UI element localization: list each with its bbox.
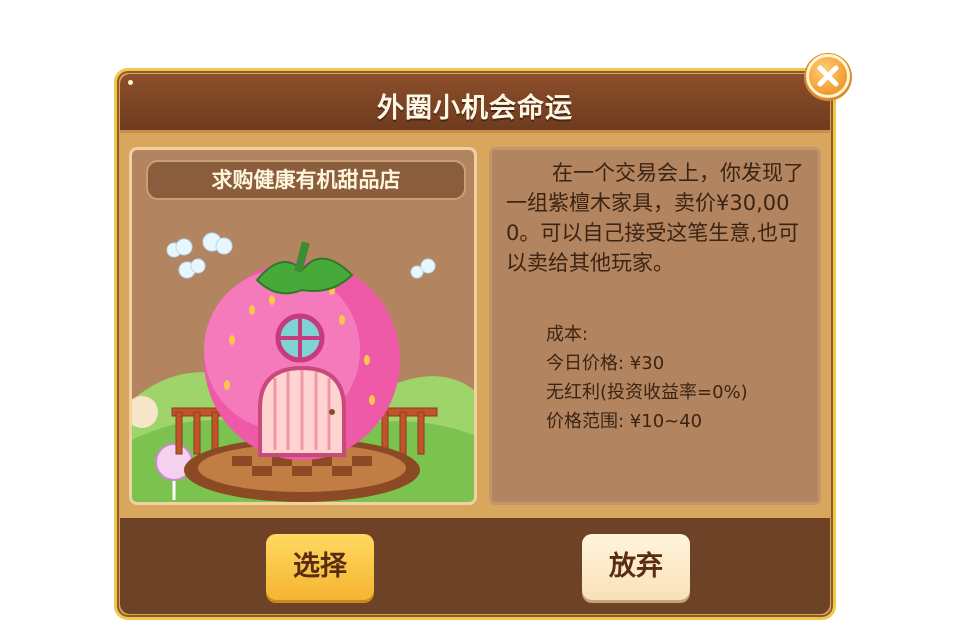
dialog-footer: 选择 放弃 bbox=[120, 518, 830, 614]
stat-price-today: 今日价格: ¥30 bbox=[546, 353, 665, 374]
card-title: 求购健康有机甜品店 bbox=[146, 160, 466, 200]
fate-dialog: 外圈小机会命运 求购健康有机甜品店 在一个交易会上，你发现了一组紫檀木家具，卖价… bbox=[114, 68, 836, 620]
header-decoration bbox=[128, 80, 133, 85]
stat-dividend: 无红利(投资收益率=0%) bbox=[546, 382, 748, 403]
description-panel: 在一个交易会上，你发现了一组紫檀木家具，卖价¥30,000。可以自己接受这笔生意… bbox=[489, 147, 821, 505]
dialog-header: 外圈小机会命运 bbox=[120, 74, 830, 133]
stat-price-range: 价格范围: ¥10~40 bbox=[546, 411, 703, 432]
card-panel: 求购健康有机甜品店 bbox=[129, 147, 477, 505]
close-icon bbox=[817, 65, 839, 87]
close-button[interactable] bbox=[806, 54, 850, 98]
event-description: 在一个交易会上，你发现了一组紫檀木家具，卖价¥30,000。可以自己接受这笔生意… bbox=[506, 161, 804, 275]
select-button[interactable]: 选择 bbox=[266, 534, 374, 600]
stats-block: 成本: 今日价格: ¥30 无红利(投资收益率=0%) 价格范围: ¥10~40 bbox=[546, 320, 748, 436]
abandon-button[interactable]: 放弃 bbox=[582, 534, 690, 600]
strawberry-house-illustration bbox=[132, 232, 474, 502]
dialog-title: 外圈小机会命运 bbox=[377, 93, 573, 124]
stat-cost: 成本: bbox=[546, 324, 589, 345]
